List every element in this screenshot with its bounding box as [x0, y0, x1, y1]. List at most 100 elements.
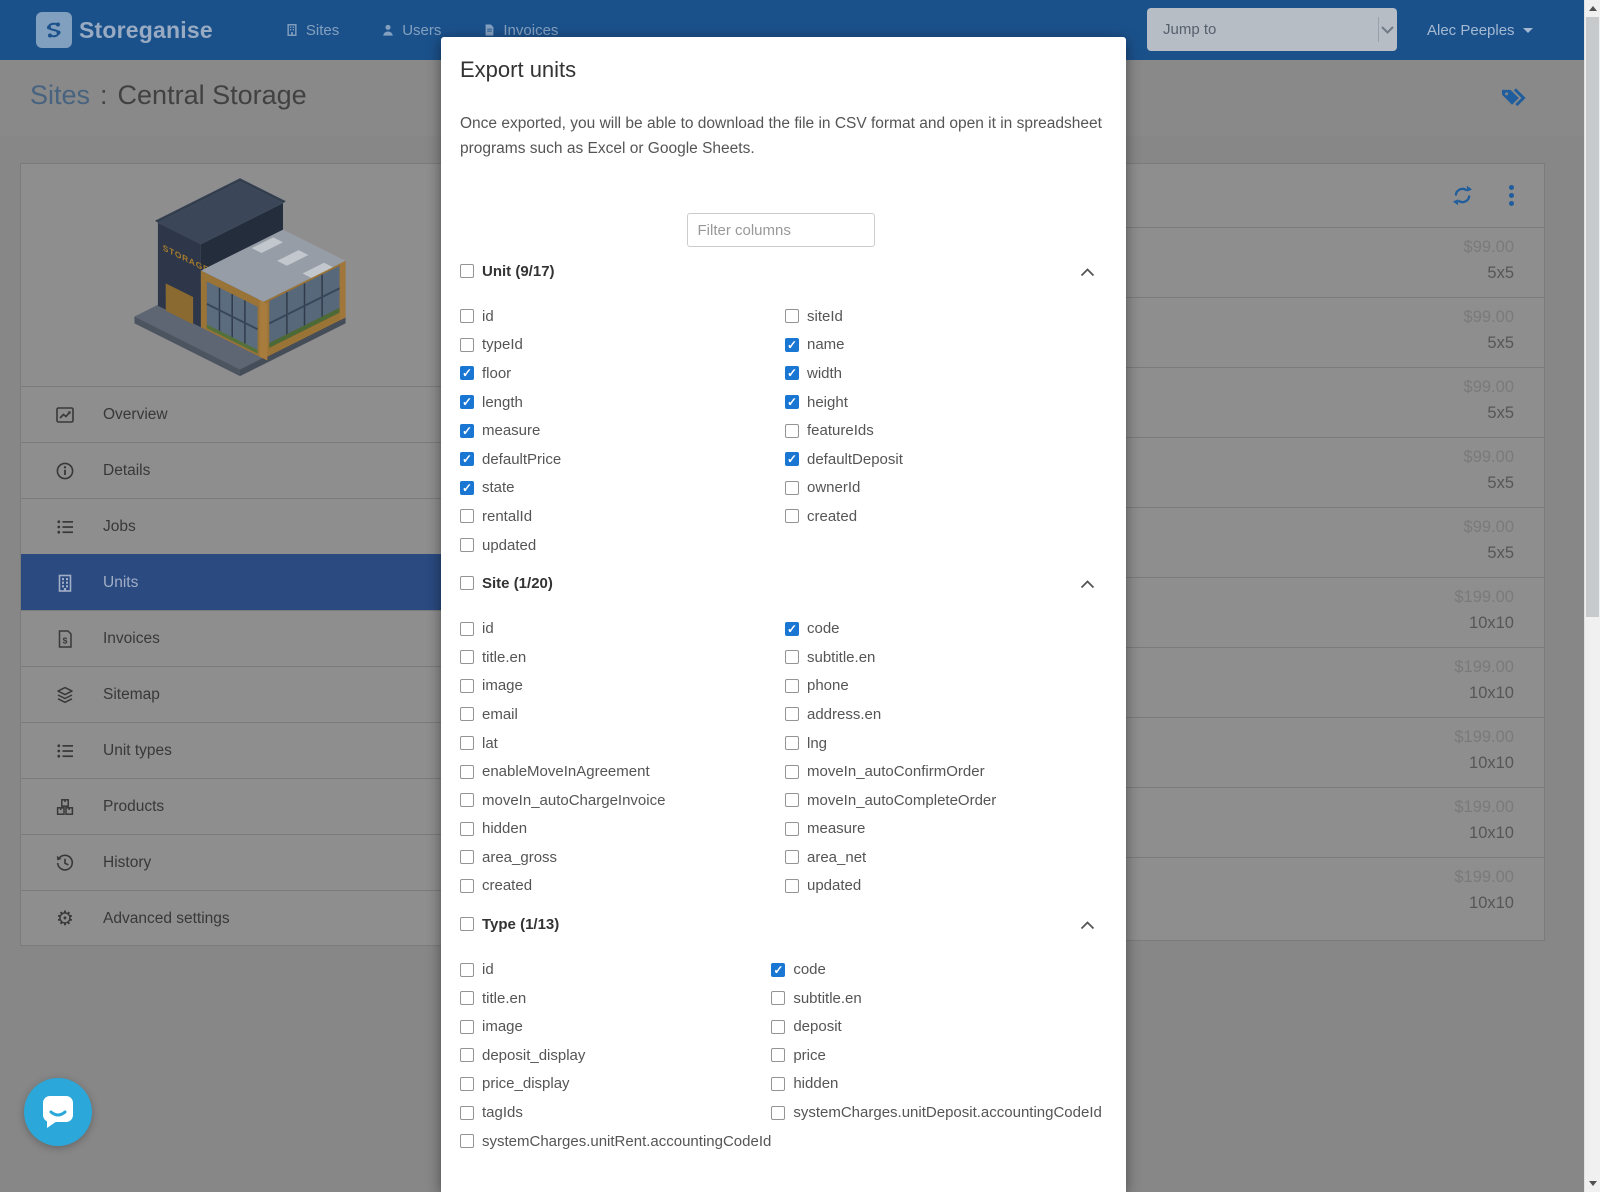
collapse-chevron-icon[interactable]	[1080, 576, 1095, 594]
refresh-icon[interactable]	[1452, 185, 1473, 206]
column-checkbox[interactable]	[785, 650, 799, 665]
column-checkbox[interactable]	[785, 707, 799, 722]
column-option[interactable]: price	[771, 1041, 1102, 1070]
column-option[interactable]: area_net	[785, 843, 1101, 872]
column-option[interactable]: lng	[785, 729, 1101, 758]
column-option[interactable]: area_gross	[460, 843, 785, 872]
column-option[interactable]: title.en	[460, 984, 771, 1013]
column-option[interactable]: phone	[785, 672, 1101, 701]
column-option[interactable]: defaultDeposit	[785, 445, 1101, 474]
column-checkbox[interactable]	[460, 423, 474, 438]
sidebar-item[interactable]: Sitemap	[21, 666, 459, 722]
column-checkbox[interactable]	[460, 1019, 474, 1034]
sidebar-item[interactable]: Jobs	[21, 498, 459, 554]
column-checkbox[interactable]	[785, 736, 799, 751]
column-option[interactable]: measure	[460, 416, 785, 445]
column-option[interactable]: image	[460, 672, 785, 701]
column-option[interactable]: rentalId	[460, 502, 785, 531]
column-checkbox[interactable]	[460, 650, 474, 665]
column-checkbox[interactable]	[460, 395, 474, 410]
section-site-checkbox[interactable]	[460, 576, 474, 591]
column-option[interactable]: systemCharges.unitDeposit.accountingCode…	[771, 1098, 1102, 1127]
column-option[interactable]: measure	[785, 815, 1101, 844]
column-checkbox[interactable]	[460, 337, 474, 352]
column-checkbox[interactable]	[460, 480, 474, 495]
column-checkbox[interactable]	[785, 423, 799, 438]
sidebar-item[interactable]: Unit types	[21, 722, 459, 778]
tags-icon[interactable]	[1500, 86, 1526, 114]
column-checkbox[interactable]	[460, 793, 474, 808]
column-checkbox[interactable]	[785, 509, 799, 524]
column-checkbox[interactable]	[460, 538, 474, 553]
sidebar-item[interactable]: Overview	[21, 386, 459, 442]
column-checkbox[interactable]	[460, 1048, 474, 1063]
column-checkbox[interactable]	[460, 1134, 474, 1149]
vertical-scrollbar[interactable]	[1584, 0, 1600, 1192]
column-option[interactable]: title.en	[460, 643, 785, 672]
column-option[interactable]: typeId	[460, 331, 785, 360]
column-checkbox[interactable]	[460, 309, 474, 324]
column-option[interactable]: floor	[460, 359, 785, 388]
column-checkbox[interactable]	[460, 678, 474, 693]
column-option[interactable]: deposit	[771, 1012, 1102, 1041]
column-checkbox[interactable]	[785, 337, 799, 352]
column-checkbox[interactable]	[460, 764, 474, 779]
scroll-up-button[interactable]	[1585, 0, 1600, 17]
breadcrumb-sites-link[interactable]: Sites	[30, 80, 90, 111]
column-option[interactable]: lat	[460, 729, 785, 758]
column-checkbox[interactable]	[460, 736, 474, 751]
sidebar-item[interactable]: Details	[21, 442, 459, 498]
column-checkbox[interactable]	[771, 1076, 786, 1091]
section-unit-checkbox[interactable]	[460, 264, 474, 278]
navbar-item[interactable]: Sites	[285, 22, 339, 39]
section-type-checkbox[interactable]	[460, 917, 474, 932]
column-checkbox[interactable]	[771, 962, 786, 977]
column-option[interactable]: id	[460, 955, 771, 984]
column-checkbox[interactable]	[460, 962, 474, 977]
column-checkbox[interactable]	[460, 850, 474, 865]
jump-to-chevron-icon[interactable]	[1378, 25, 1397, 34]
column-checkbox[interactable]	[785, 621, 799, 636]
column-checkbox[interactable]	[460, 707, 474, 722]
sidebar-item[interactable]: $ Invoices	[21, 610, 459, 666]
collapse-chevron-icon[interactable]	[1080, 264, 1095, 282]
column-checkbox[interactable]	[460, 366, 474, 381]
column-option[interactable]: subtitle.en	[771, 984, 1102, 1013]
column-option[interactable]: image	[460, 1012, 771, 1041]
user-menu[interactable]: Alec Peeples	[1427, 0, 1533, 60]
column-checkbox[interactable]	[785, 878, 799, 893]
column-option[interactable]: address.en	[785, 700, 1101, 729]
column-checkbox[interactable]	[785, 821, 799, 836]
column-option[interactable]: moveIn_autoCompleteOrder	[785, 786, 1101, 815]
scroll-down-button[interactable]	[1585, 1175, 1600, 1192]
column-checkbox[interactable]	[460, 452, 474, 467]
column-checkbox[interactable]	[785, 395, 799, 410]
kebab-menu-icon[interactable]	[1509, 185, 1514, 206]
column-option[interactable]: name	[785, 331, 1101, 360]
storeganise-logo[interactable]: Storeganise	[36, 12, 213, 48]
jump-to-input[interactable]	[1147, 21, 1378, 38]
column-checkbox[interactable]	[460, 1105, 474, 1120]
column-checkbox[interactable]	[460, 991, 474, 1006]
column-checkbox[interactable]	[785, 452, 799, 467]
column-option[interactable]: defaultPrice	[460, 445, 785, 474]
column-checkbox[interactable]	[785, 850, 799, 865]
column-option[interactable]: hidden	[460, 815, 785, 844]
column-checkbox[interactable]	[771, 1105, 786, 1120]
column-option[interactable]: featureIds	[785, 416, 1101, 445]
navbar-item[interactable]: Users	[381, 22, 441, 39]
column-option[interactable]: code	[785, 614, 1101, 643]
column-option[interactable]: state	[460, 474, 785, 503]
column-option[interactable]: updated	[460, 531, 785, 560]
column-option[interactable]: siteId	[785, 302, 1101, 331]
scrollbar-thumb[interactable]	[1586, 17, 1599, 617]
column-checkbox[interactable]	[771, 1019, 786, 1034]
column-option[interactable]: length	[460, 388, 785, 417]
column-checkbox[interactable]	[785, 793, 799, 808]
column-option[interactable]: id	[460, 302, 785, 331]
column-checkbox[interactable]	[460, 509, 474, 524]
sidebar-item[interactable]: History	[21, 834, 459, 890]
column-option[interactable]: deposit_display	[460, 1041, 771, 1070]
chat-launcher-button[interactable]	[24, 1078, 92, 1146]
jump-to-search[interactable]	[1147, 8, 1397, 51]
